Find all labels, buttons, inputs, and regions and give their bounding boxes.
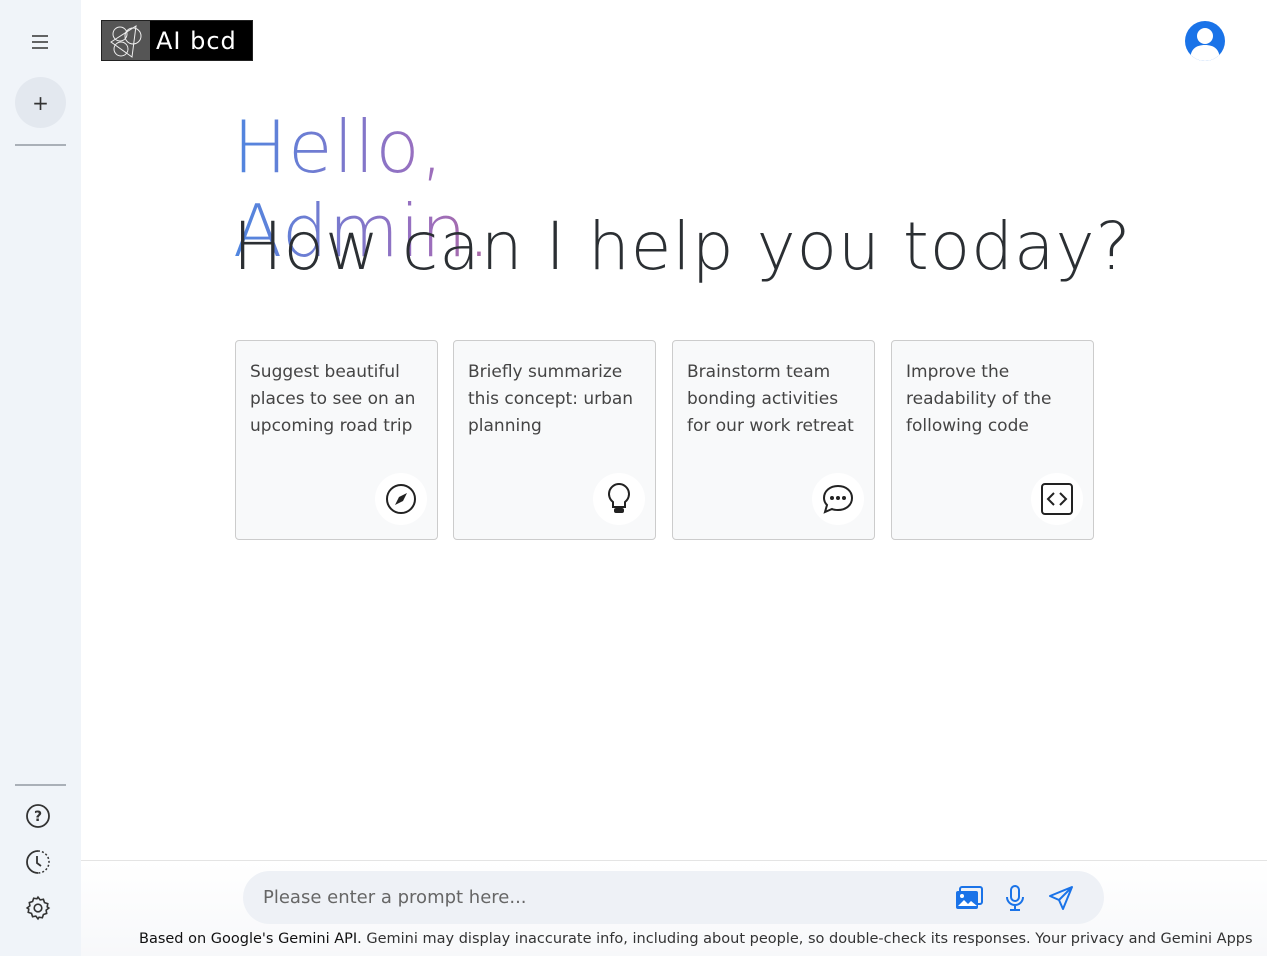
svg-text:?: ? — [34, 809, 42, 825]
suggestion-card[interactable]: Suggest beautiful places to see on an up… — [235, 340, 438, 540]
user-icon — [1190, 28, 1220, 61]
lightbulb-icon — [593, 473, 645, 525]
help-icon: ? — [26, 804, 50, 828]
send-button[interactable] — [1038, 878, 1084, 918]
history-button[interactable] — [24, 848, 52, 876]
card-text: Brainstorm team bonding activities for o… — [687, 362, 854, 436]
history-icon — [26, 850, 50, 874]
image-icon — [956, 885, 983, 909]
suggestion-card[interactable]: Improve the readability of the following… — [891, 340, 1094, 540]
upload-image-button[interactable] — [946, 878, 992, 918]
microphone-icon — [1006, 884, 1024, 911]
divider — [15, 144, 66, 146]
gear-icon — [25, 895, 51, 921]
card-text: Improve the readability of the following… — [906, 362, 1052, 436]
new-chat-button[interactable]: + — [15, 77, 66, 128]
prompt-input[interactable] — [263, 887, 946, 908]
chat-bubble-icon — [812, 473, 864, 525]
disclaimer-bold: Based on Google's Gemini API. — [139, 931, 362, 947]
prompt-bar — [243, 871, 1104, 924]
sidebar: + ? — [0, 0, 81, 956]
divider — [15, 784, 66, 786]
plus-icon: + — [32, 90, 49, 115]
suggestion-card[interactable]: Briefly summarize this concept: urban pl… — [453, 340, 656, 540]
greeting-subtitle: How can I help you today? — [233, 208, 1132, 285]
logo-mark — [102, 21, 150, 60]
send-icon — [1049, 885, 1073, 910]
card-text: Briefly summarize this concept: urban pl… — [468, 362, 634, 436]
logo: AI bcd — [101, 20, 253, 61]
microphone-button[interactable] — [992, 878, 1038, 918]
user-avatar[interactable] — [1185, 21, 1225, 61]
card-text: Suggest beautiful places to see on an up… — [250, 362, 416, 436]
settings-button[interactable] — [24, 894, 52, 922]
disclaimer: Based on Google's Gemini API. Gemini may… — [139, 931, 1253, 947]
disclaimer-text: Gemini may display inaccurate info, incl… — [361, 931, 1253, 947]
logo-text: AI bcd — [150, 21, 252, 60]
code-icon — [1031, 473, 1083, 525]
suggestion-card[interactable]: Brainstorm team bonding activities for o… — [672, 340, 875, 540]
menu-button[interactable] — [20, 28, 60, 56]
help-button[interactable]: ? — [24, 802, 52, 830]
compass-icon — [375, 473, 427, 525]
hamburger-icon — [32, 35, 48, 49]
